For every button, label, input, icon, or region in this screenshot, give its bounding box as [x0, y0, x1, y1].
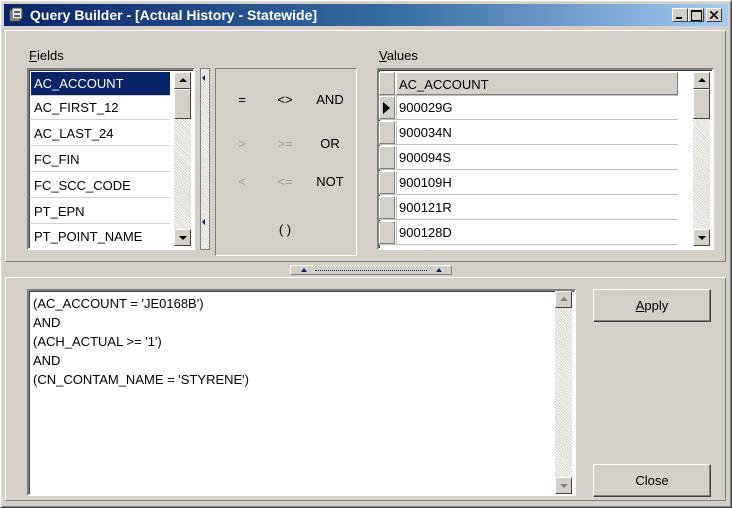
table-row[interactable]: 900109H — [379, 171, 678, 195]
field-item-ac-account[interactable]: AC_ACCOUNT — [31, 72, 170, 96]
operators-panel: = <> AND > >= OR < <= NOT ( ) — [215, 68, 357, 256]
field-item-fc-scc-code[interactable]: FC_SCC_CODE — [31, 174, 170, 198]
maximize-icon — [691, 10, 702, 21]
current-row-icon — [383, 102, 390, 114]
query-line: AND — [33, 315, 61, 330]
greater-than-button[interactable]: > — [222, 133, 262, 155]
header-corner — [379, 72, 395, 95]
row-indicator — [379, 196, 395, 219]
row-indicator — [379, 146, 395, 169]
fields-scroll-up-button[interactable] — [174, 72, 191, 89]
value-cell[interactable]: 900034N — [396, 121, 678, 144]
or-button[interactable]: OR — [310, 133, 350, 155]
equals-button[interactable]: = — [222, 89, 262, 111]
value-cell[interactable]: 900109H — [396, 171, 678, 194]
values-label: Values — [379, 48, 418, 63]
title-bar[interactable]: Query Builder - [Actual History - Statew… — [4, 4, 728, 26]
not-equals-button[interactable]: <> — [265, 89, 305, 111]
arrow-up-icon — [698, 78, 706, 82]
maximize-button[interactable] — [688, 8, 704, 22]
collapse-left-icon — [202, 75, 205, 81]
table-row[interactable]: 900128D — [379, 221, 678, 245]
query-scroll-down-button[interactable] — [555, 477, 572, 494]
fields-list[interactable]: AC_ACCOUNT AC_FIRST_12 AC_LAST_24 FC_FIN… — [27, 68, 195, 250]
minimize-icon — [676, 17, 682, 19]
fields-splitter[interactable] — [200, 68, 210, 250]
query-editor[interactable]: (AC_ACCOUNT = 'JE0168B') AND (ACH_ACTUAL… — [27, 289, 576, 496]
query-line: AND — [33, 353, 61, 368]
arrow-down-icon — [698, 236, 706, 240]
less-equal-button[interactable]: <= — [265, 171, 305, 193]
row-indicator — [379, 121, 395, 144]
values-scrollbar[interactable] — [693, 72, 710, 246]
parentheses-button[interactable]: ( ) — [265, 219, 305, 241]
values-grid[interactable]: AC_ACCOUNT 900029G 900034N 900094S 90010… — [377, 68, 714, 250]
query-line: (CN_CONTAM_NAME = 'STYRENE') — [33, 372, 249, 387]
and-button[interactable]: AND — [310, 89, 350, 111]
row-indicator — [379, 221, 395, 244]
field-item-pt-epn[interactable]: PT_EPN — [31, 200, 170, 224]
query-scrollbar[interactable] — [555, 291, 572, 494]
arrow-down-icon — [179, 236, 187, 240]
collapse-up-icon — [301, 268, 307, 272]
fields-label: Fields — [29, 48, 64, 63]
apply-button[interactable]: Apply — [593, 289, 711, 322]
not-button[interactable]: NOT — [310, 171, 350, 193]
table-row[interactable]: 900121R — [379, 196, 678, 220]
query-line: (ACH_ACTUAL >= '1') — [33, 334, 162, 349]
arrow-up-icon — [560, 297, 568, 301]
greater-equal-button[interactable]: >= — [265, 133, 305, 155]
arrow-up-icon — [179, 78, 187, 82]
splitter-grip — [315, 270, 427, 271]
arrow-down-icon — [560, 484, 568, 488]
query-text[interactable]: (AC_ACCOUNT = 'JE0168B') AND (ACH_ACTUAL… — [33, 294, 249, 389]
value-cell[interactable]: 900094S — [396, 146, 678, 169]
database-icon — [9, 7, 23, 22]
close-button[interactable]: Close — [593, 464, 711, 497]
query-scroll-up-button[interactable] — [555, 291, 572, 308]
field-item-pt-point-name[interactable]: PT_POINT_NAME — [31, 225, 170, 248]
field-item-ac-last-24[interactable]: AC_LAST_24 — [31, 122, 170, 146]
query-builder-window: Query Builder - [Actual History - Statew… — [0, 0, 732, 508]
row-indicator — [379, 171, 395, 194]
table-row[interactable]: 900029G — [379, 96, 678, 120]
values-column-header[interactable]: AC_ACCOUNT — [396, 72, 678, 95]
values-scroll-thumb[interactable] — [693, 89, 710, 119]
values-grid-header: AC_ACCOUNT — [379, 72, 678, 96]
value-cell[interactable]: 900029G — [396, 96, 678, 119]
query-line: (AC_ACCOUNT = 'JE0168B') — [33, 296, 204, 311]
field-item-fc-fin[interactable]: FC_FIN — [31, 148, 170, 172]
table-row[interactable]: 900034N — [379, 121, 678, 145]
values-scroll-up-button[interactable] — [693, 72, 710, 89]
collapse-left-icon-2 — [202, 219, 205, 225]
fields-scroll-down-button[interactable] — [174, 229, 191, 246]
minimize-button[interactable] — [672, 8, 688, 22]
horizontal-splitter[interactable] — [290, 265, 452, 275]
field-item-ac-first-12[interactable]: AC_FIRST_12 — [31, 96, 170, 120]
row-indicator — [379, 96, 395, 119]
collapse-up-icon-2 — [436, 268, 442, 272]
fields-scrollbar[interactable] — [174, 72, 191, 246]
value-cell[interactable]: 900121R — [396, 196, 678, 219]
less-than-button[interactable]: < — [222, 171, 262, 193]
table-row[interactable]: 900094S — [379, 146, 678, 170]
close-window-button[interactable] — [706, 8, 722, 22]
window-title: Query Builder - [Actual History - Statew… — [30, 7, 318, 23]
close-icon — [710, 11, 718, 19]
value-cell[interactable]: 900128D — [396, 221, 678, 244]
fields-scroll-thumb[interactable] — [174, 89, 191, 119]
values-scroll-down-button[interactable] — [693, 229, 710, 246]
